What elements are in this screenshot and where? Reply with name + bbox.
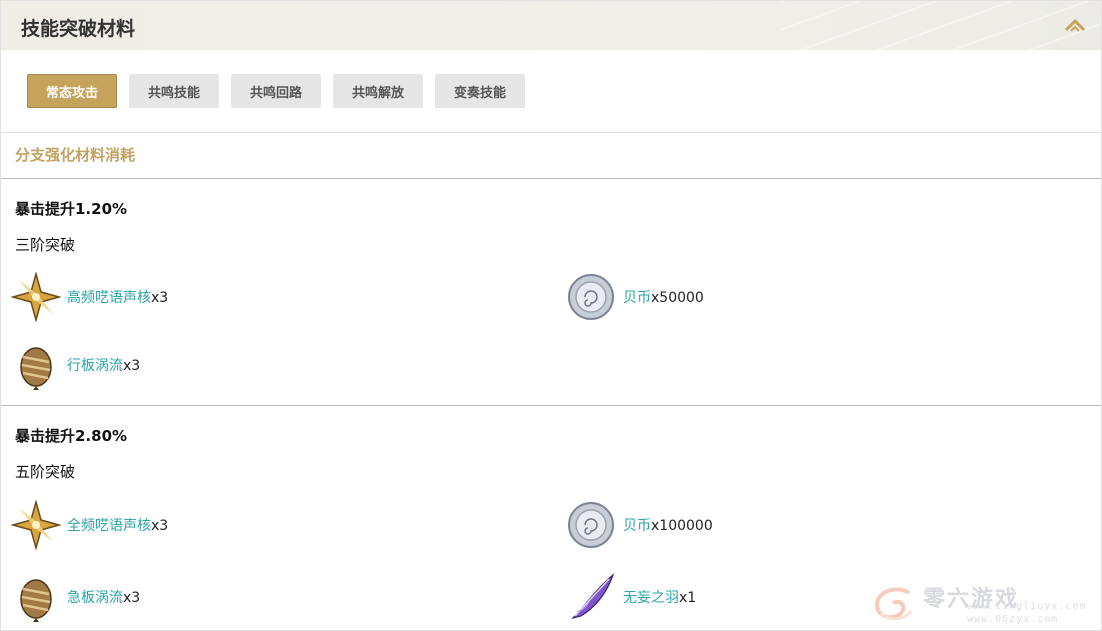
divider — [1, 178, 1101, 179]
material-name[interactable]: 无妄之羽 — [623, 590, 679, 606]
divider — [1, 132, 1101, 133]
panel-header[interactable]: 技能突破材料 — [1, 1, 1101, 50]
tab-resonance-liberation[interactable]: 共鸣解放 — [333, 74, 423, 108]
shell-coin-icon[interactable] — [567, 272, 617, 322]
material-quantity: x3 — [151, 290, 169, 306]
skill-material-panel: 技能突破材料 常态攻击 共鸣技能 共鸣回路 共鸣解放 变奏技能 分支强化材料消耗… — [0, 0, 1102, 631]
material-quantity: x3 — [123, 590, 141, 606]
ascension-stage: 五阶突破 — [15, 463, 76, 481]
material-quantity: x100000 — [651, 518, 713, 534]
feather-icon[interactable] — [567, 572, 617, 622]
material-name[interactable]: 急板涡流 — [67, 590, 123, 606]
chevron-up-icon[interactable] — [1064, 17, 1086, 33]
stat-bonus: 暴击提升1.20% — [15, 200, 128, 218]
material-name[interactable]: 全频呓语声核 — [67, 518, 151, 534]
material-quantity: x3 — [151, 518, 169, 534]
material-item: 高频呓语声核x3 — [11, 272, 311, 322]
header-decoration — [781, 1, 1101, 50]
swirl-logo-icon — [874, 587, 913, 621]
watermark-url: www.lingliuyx.com — [967, 601, 1087, 612]
material-quantity: x3 — [123, 358, 141, 374]
star-core-icon[interactable] — [11, 272, 61, 322]
material-item: 无妄之羽x1 — [567, 572, 867, 622]
material-name[interactable]: 高频呓语声核 — [67, 290, 151, 306]
material-item: 急板涡流x3 — [11, 572, 311, 622]
shell-coin-icon[interactable] — [567, 500, 617, 550]
material-quantity: x1 — [679, 590, 697, 606]
star-core-icon[interactable] — [11, 500, 61, 550]
material-name[interactable]: 贝币 — [623, 290, 651, 306]
material-item: 贝币x100000 — [567, 500, 867, 550]
tab-resonance-skill[interactable]: 共鸣技能 — [129, 74, 219, 108]
ascension-stage: 三阶突破 — [15, 236, 76, 254]
spiral-shell-icon[interactable] — [11, 340, 61, 390]
panel-title: 技能突破材料 — [21, 18, 136, 40]
section-title: 分支强化材料消耗 — [15, 146, 136, 164]
tab-resonance-circuit[interactable]: 共鸣回路 — [231, 74, 321, 108]
watermark-url: www.06zyx.com — [967, 614, 1059, 625]
material-item: 行板涡流x3 — [11, 340, 311, 390]
tab-intro-skill[interactable]: 变奏技能 — [435, 74, 525, 108]
material-item: 贝币x50000 — [567, 272, 867, 322]
spiral-shell-icon[interactable] — [11, 572, 61, 622]
material-quantity: x50000 — [651, 290, 704, 306]
divider — [1, 405, 1101, 406]
material-name[interactable]: 行板涡流 — [67, 358, 123, 374]
material-item: 全频呓语声核x3 — [11, 500, 311, 550]
tab-normal-attack[interactable]: 常态攻击 — [27, 74, 117, 108]
material-name[interactable]: 贝币 — [623, 518, 651, 534]
stat-bonus: 暴击提升2.80% — [15, 427, 128, 445]
site-watermark: 零六游戏 www.lingliuyx.com www.06zyx.com — [871, 581, 1099, 629]
